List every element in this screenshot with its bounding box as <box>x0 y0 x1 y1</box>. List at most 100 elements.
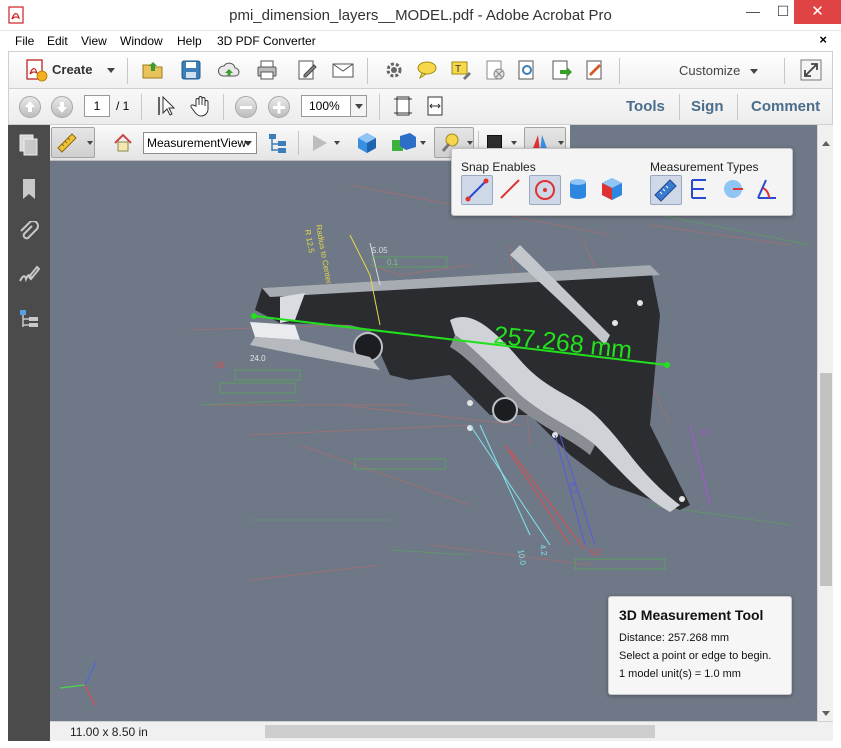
menu-help[interactable]: Help <box>177 34 202 48</box>
vertical-scrollbar[interactable] <box>817 125 833 721</box>
menu-edit[interactable]: Edit <box>47 34 68 48</box>
measurement-types-title: Measurement Types <box>650 160 759 174</box>
window-title: pmi_dimension_layers__MODEL.pdf - Adobe … <box>229 7 612 24</box>
edit-document-icon[interactable] <box>295 58 319 82</box>
snap-circle-button[interactable] <box>529 175 561 205</box>
zoom-in-button[interactable] <box>268 96 290 118</box>
gear-icon[interactable] <box>382 58 406 82</box>
menu-view[interactable]: View <box>81 34 107 48</box>
scroll-up-arrow-icon[interactable] <box>822 141 830 146</box>
measure-point-to-point-button[interactable] <box>650 175 682 205</box>
page-number-input[interactable]: 1 <box>84 95 110 117</box>
fit-page-icon[interactable] <box>391 94 415 118</box>
minimize-button[interactable]: — <box>738 0 768 24</box>
chevron-down-icon <box>511 141 517 145</box>
sign-document-icon[interactable] <box>583 58 607 82</box>
snap-edge-icon <box>465 178 489 202</box>
vertical-scroll-thumb[interactable] <box>820 373 832 586</box>
attachments-icon[interactable] <box>17 221 41 245</box>
bookmarks-icon[interactable] <box>17 177 41 201</box>
chevron-down-icon <box>558 141 564 145</box>
close-button[interactable]: ✕ <box>794 0 841 24</box>
previous-page-button[interactable] <box>19 96 41 118</box>
menu-window[interactable]: Window <box>120 34 163 48</box>
page-thumbnails-icon[interactable] <box>17 133 41 157</box>
chevron-down-icon <box>107 68 115 73</box>
pmi-dimension-5-2: 5.2 <box>590 548 602 557</box>
model-tree-icon[interactable] <box>17 307 41 331</box>
snap-line-button[interactable] <box>495 175 527 205</box>
next-page-button[interactable] <box>51 96 73 118</box>
highlight-text-icon[interactable]: T <box>449 58 473 82</box>
home-view-icon[interactable] <box>112 132 134 154</box>
measurement-info-panel: 3D Measurement Tool Distance: 257.268 mm… <box>608 596 792 695</box>
pmi-tolerance-frame <box>234 369 301 381</box>
close-document-button[interactable]: × <box>819 32 827 47</box>
snap-cylinder-button[interactable] <box>563 175 595 205</box>
default-view-cube-icon[interactable] <box>355 131 379 155</box>
pmi-dimension-5-05: 5.05 <box>372 246 388 255</box>
measurement-instruction: Select a point or edge to begin. <box>619 650 772 662</box>
measure-perpendicular-button[interactable] <box>684 175 716 205</box>
print-icon[interactable] <box>255 58 279 82</box>
measurement-options-flyout: Snap Enables Measurement Types <box>451 148 793 216</box>
create-pdf-icon <box>26 59 48 82</box>
arrow-up-icon <box>25 101 35 112</box>
snap-surface-button[interactable] <box>597 175 629 205</box>
zoom-level-input[interactable]: 100% <box>301 95 351 117</box>
toolbar-divider <box>679 94 680 120</box>
menu-bar: File Edit View Window Help 3D PDF Conver… <box>0 31 841 51</box>
comment-panel-link[interactable]: Comment <box>751 98 820 115</box>
pmi-dimension-1-2: 1.2 <box>700 428 712 437</box>
toolbar-divider <box>141 94 142 120</box>
snap-surface-icon <box>602 178 622 200</box>
sign-panel-link[interactable]: Sign <box>691 98 724 115</box>
measure-tool-button[interactable] <box>51 127 95 158</box>
menu-file[interactable]: File <box>15 34 34 48</box>
create-button[interactable]: Create <box>19 57 115 83</box>
save-icon[interactable] <box>179 58 203 82</box>
open-folder-icon[interactable] <box>141 58 165 82</box>
main-toolbar: Create T Customize <box>8 51 833 89</box>
view-selector[interactable]: MeasurementView <box>143 132 257 154</box>
signatures-icon[interactable] <box>17 263 41 287</box>
unit-conversion-note: 1 model unit(s) = 1.0 mm <box>619 668 741 680</box>
hand-tool-icon[interactable] <box>189 94 213 118</box>
model-tree-toggle-icon[interactable] <box>266 131 290 155</box>
chevron-down-icon <box>750 69 758 74</box>
toolbar-divider <box>367 58 368 84</box>
snap-line-icon <box>500 179 520 199</box>
distance-value: 257.268 mm <box>667 632 730 644</box>
horizontal-scroll-thumb[interactable] <box>265 725 655 738</box>
fit-width-icon[interactable] <box>423 94 447 118</box>
customize-menu[interactable]: Customize <box>679 63 740 78</box>
email-icon[interactable] <box>331 58 355 82</box>
toolbar-divider <box>127 58 128 84</box>
measure-angle-button[interactable] <box>752 175 784 205</box>
pmi-tolerance-frame <box>371 256 448 268</box>
cloud-upload-icon[interactable] <box>217 58 241 82</box>
redact-icon[interactable] <box>483 58 507 82</box>
measure-radial-button[interactable] <box>718 175 750 205</box>
full-screen-icon[interactable] <box>799 58 823 82</box>
comment-icon[interactable] <box>415 58 439 82</box>
3d-viewport[interactable]: R 12.5 Radius to Center 5.05 0.1 24.0 2X… <box>50 125 817 721</box>
measurement-start-point <box>251 313 257 319</box>
export-icon[interactable] <box>549 58 573 82</box>
model-render-mode-icon[interactable] <box>390 131 418 157</box>
play-animation-icon[interactable] <box>308 132 330 154</box>
snap-edge-button[interactable] <box>461 175 493 205</box>
measurement-end-point <box>664 362 670 368</box>
zoom-dropdown-button[interactable] <box>350 95 367 117</box>
scroll-down-arrow-icon[interactable] <box>822 711 830 716</box>
plus-icon <box>273 101 285 114</box>
select-cursor-icon[interactable] <box>155 94 179 118</box>
tools-panel-link[interactable]: Tools <box>626 98 665 115</box>
menu-3d-pdf-converter[interactable]: 3D PDF Converter <box>217 34 316 48</box>
toolbar-divider <box>619 58 620 84</box>
minus-icon <box>240 106 252 109</box>
search-document-icon[interactable] <box>515 58 539 82</box>
snap-circle-icon <box>535 180 555 200</box>
zoom-out-button[interactable] <box>235 96 257 118</box>
pmi-tolerance-frame <box>354 458 446 470</box>
